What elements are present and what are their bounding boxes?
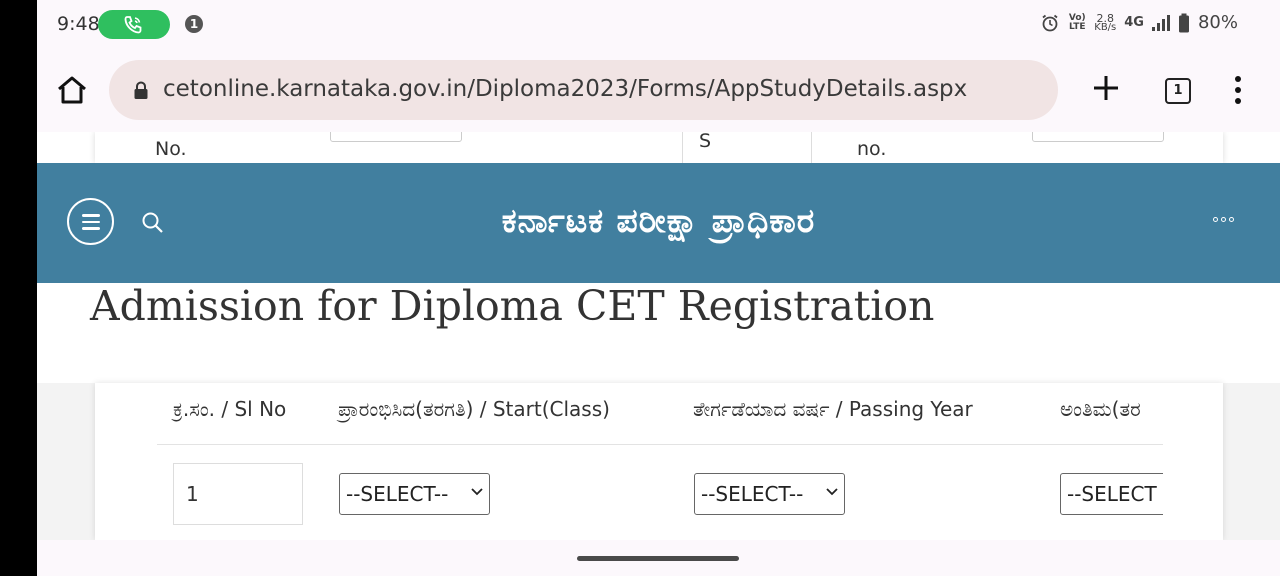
home-icon[interactable] [56,75,88,105]
phone-screen: 9:48 1 Vo) LTE 2.8 KB/s 4G 80% cetonline… [37,0,1280,576]
end-class-select-value: --SELECT [1067,482,1157,506]
new-tab-icon[interactable] [1092,74,1120,102]
gesture-handle[interactable] [577,556,739,561]
chevron-down-icon [826,488,838,496]
passing-year-select[interactable]: --SELECT-- [694,473,845,515]
ongoing-call-indicator[interactable] [98,10,170,39]
form-divider [811,132,812,163]
left-black-edge [0,0,37,576]
status-bar: 9:48 1 Vo) LTE 2.8 KB/s 4G 80% [37,0,1280,48]
form-input-right[interactable] [1032,132,1164,142]
phone-icon [124,16,142,34]
battery-percentage: 80% [1197,12,1238,33]
scrolled-form-fragment: No. S no. [95,132,1223,163]
volte-indicator: Vo) LTE [1068,12,1086,32]
form-input-left[interactable] [330,132,462,142]
start-class-select[interactable]: --SELECT-- [339,473,490,515]
form-label-right: no. [857,138,887,160]
column-header-end-class: ಅಂತಿಮ(ತರ [1060,397,1141,421]
notification-count-badge: 1 [185,15,203,33]
column-header-passing-year: ತೇರ್ಗಡೆಯಾದ ವರ್ಷ / Passing Year [693,397,973,421]
page-title: Admission for Diploma CET Registration [90,282,935,330]
network-speed: 2.8 KB/s [1094,13,1117,33]
sl-no-input[interactable]: 1 [173,463,303,525]
status-icons: Vo) LTE 2.8 KB/s 4G 80% [1040,12,1238,33]
chevron-down-icon [471,488,483,496]
network-type: 4G [1124,15,1144,30]
start-class-select-value: --SELECT-- [346,482,449,506]
column-header-start-class: ಪ್ರಾರಂಭಿಸಿದ(ತರಗತಿ) / Start(Class) [338,397,610,421]
column-header-sl-no: ಕ್ರ.ಸಂ. / Sl No [173,397,287,421]
end-class-select[interactable]: --SELECT [1060,473,1163,515]
battery-icon [1178,13,1189,32]
form-divider [682,132,683,163]
system-navigation-bar [37,540,1280,576]
url-text: cetonline.karnataka.gov.in/Diploma2023/F… [163,76,968,102]
alarm-icon [1042,14,1058,31]
more-options-icon[interactable] [1213,217,1234,222]
signal-icon [1151,14,1170,31]
passing-year-select-value: --SELECT-- [701,482,804,506]
lock-icon [134,81,148,99]
more-vert-icon[interactable] [1232,75,1244,105]
address-bar[interactable]: cetonline.karnataka.gov.in/Diploma2023/F… [109,60,1058,120]
browser-toolbar: cetonline.karnataka.gov.in/Diploma2023/F… [37,48,1280,132]
form-label-left: No. [155,138,187,160]
site-title: ಕರ್ನಾಟಕ ಪರೀಕ್ಷಾ ಪ್ರಾಧಿಕಾರ [501,201,816,240]
web-page: No. S no. ಕರ್ನಾಟಕ ಪರೀಕ್ಷಾ ಪ್ರಾಧಿಕಾರ Admi… [37,132,1280,540]
study-details-table-card: ಕ್ರ.ಸಂ. / Sl No ಪ್ರಾರಂಭಿಸಿದ(ತರಗತಿ) / Sta… [95,383,1223,540]
clock: 9:48 [57,13,100,35]
form-label-mid: S [699,132,712,152]
network-speed-unit: KB/s [1094,21,1117,33]
table-header-divider [157,444,1163,445]
site-header: ಕರ್ನಾಟಕ ಪರೀಕ್ಷಾ ಪ್ರಾಧಿಕಾರ [37,163,1280,283]
tab-switcher-button[interactable]: 1 [1165,78,1191,104]
table-scroll-area[interactable]: ಕ್ರ.ಸಂ. / Sl No ಪ್ರಾರಂಭಿಸಿದ(ತರಗತಿ) / Sta… [95,383,1163,540]
